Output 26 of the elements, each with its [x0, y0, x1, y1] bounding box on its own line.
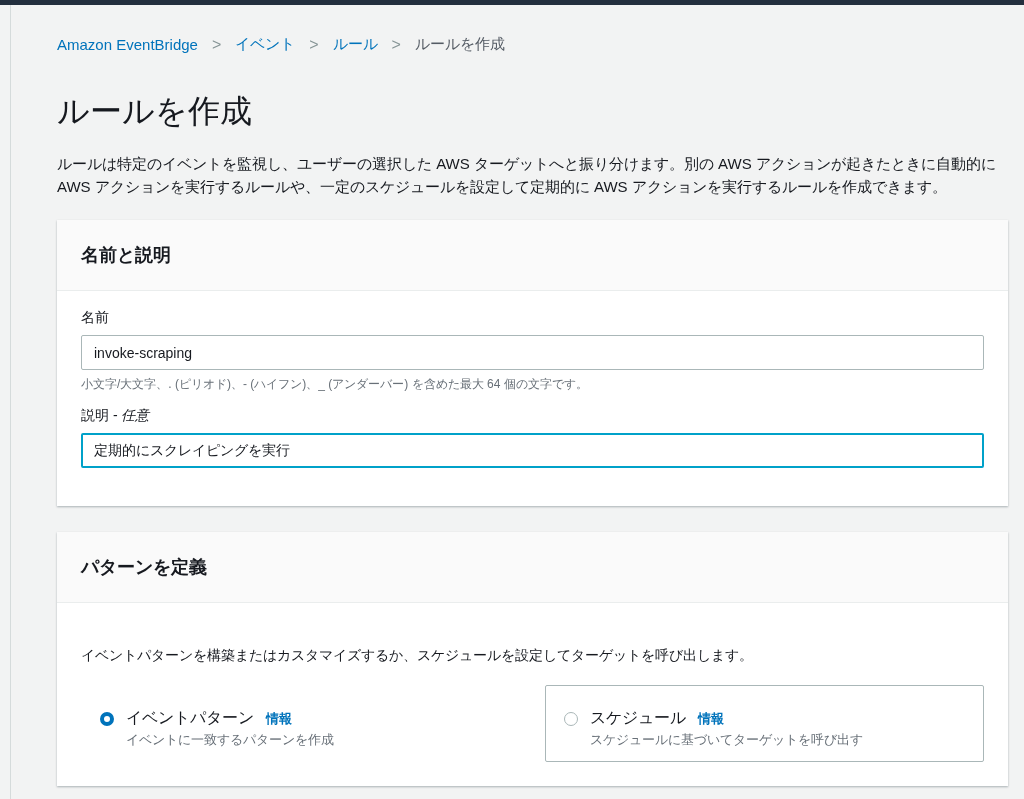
option-description: イベントに一致するパターンを作成 — [126, 731, 334, 749]
info-link[interactable]: 情報 — [697, 710, 724, 728]
field-hint: 小文字/大文字、. (ピリオド)、- (ハイフン)、_ (アンダーバー) を含めた最大 64 個の文字です。 — [81, 376, 589, 393]
section-intro: イベントパターンを構築またはカスタマイズするか、スケジュールを設定してターゲットを呼び出します。 — [81, 647, 754, 665]
text-input[interactable]: 定期的にスクレイピングを実行 — [81, 433, 984, 468]
page-title: ルールを作成 — [57, 92, 253, 131]
info-link[interactable]: 情報 — [266, 710, 292, 728]
breadcrumb-separator: > — [309, 35, 319, 54]
breadcrumb-separator: > — [391, 35, 401, 54]
radio-tile[interactable]: イベントパターン 情報 イベントに一致するパターンを作成 — [81, 685, 521, 762]
breadcrumb-link[interactable]: ルール — [332, 35, 378, 54]
section-title: パターンを定義 — [81, 556, 208, 579]
radio-button[interactable] — [100, 712, 114, 726]
option-label: イベントパターン — [126, 708, 254, 728]
breadcrumb-link[interactable]: イベント — [235, 35, 296, 54]
option-description: スケジュールに基づいてターゲットを呼び出す — [589, 731, 863, 749]
breadcrumb-separator: > — [211, 35, 222, 54]
field-label: 説明 - 任意 — [81, 407, 152, 425]
text-input[interactable]: invoke-scraping — [81, 335, 984, 370]
page-description: ルールは特定のイベントを監視し、ユーザーの選択した AWS ターゲットへと振り分けます。別の AWS アクションが起きたときに自動的に AWS アクションを実行するルールや、一定のスケジュールを設定して定期的に AWS アクションを実行するルールを作成できます。 — [57, 154, 997, 197]
field-label: 名前 — [81, 309, 110, 327]
section-title: 名前と説明 — [81, 244, 172, 267]
breadcrumb-current: ルールを作成 — [414, 35, 505, 54]
breadcrumb-link[interactable]: Amazon EventBridge — [57, 36, 198, 53]
option-label: スケジュール — [589, 708, 686, 728]
radio-tile[interactable]: スケジュール 情報 スケジュールに基づいてターゲットを呼び出す — [544, 685, 984, 762]
